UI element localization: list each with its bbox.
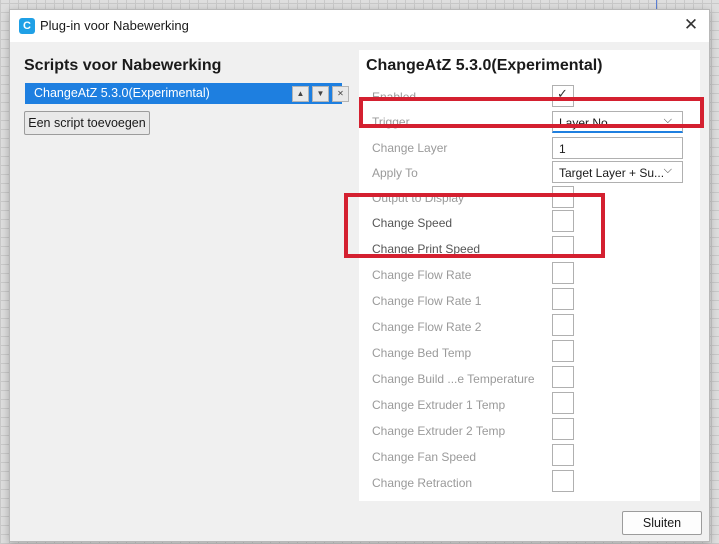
script-label: ChangeAtZ 5.3.0(Experimental)	[34, 86, 210, 100]
title-bar: C Plug-in voor Nabewerking ✕	[10, 10, 709, 42]
change-layer-input[interactable]: 1	[552, 137, 683, 159]
change-bed-temp-checkbox[interactable]	[552, 340, 574, 362]
chevron-down-icon: ⌵	[663, 164, 672, 176]
postprocessing-dialog: C Plug-in voor Nabewerking ✕ Scripts voo…	[9, 9, 710, 542]
apply-to-select[interactable]: Target Layer + Su... ⌵	[552, 161, 683, 183]
close-icon[interactable]: ✕	[682, 15, 700, 35]
close-button[interactable]: Sluiten	[622, 511, 702, 535]
change-bed-temp-label: Change Bed Temp	[372, 346, 472, 360]
move-up-button[interactable]: ▲	[292, 86, 309, 102]
change-fan-speed-label: Change Fan Speed	[372, 450, 477, 464]
change-flow-rate-1-checkbox[interactable]	[552, 288, 574, 310]
change-build-temp-label: Change Build ...e Temperature	[372, 372, 535, 386]
change-build-temp-checkbox[interactable]	[552, 366, 574, 388]
apply-to-label: Apply To	[372, 166, 418, 180]
change-extruder-1-temp-checkbox[interactable]	[552, 392, 574, 414]
change-flow-rate-label: Change Flow Rate	[372, 268, 472, 282]
change-extruder-1-temp-label: Change Extruder 1 Temp	[372, 398, 506, 412]
apply-to-value: Target Layer + Su...	[559, 166, 665, 180]
change-extruder-2-temp-checkbox[interactable]	[552, 418, 574, 440]
trigger-highlight-box	[359, 97, 704, 128]
change-layer-value: 1	[559, 142, 566, 156]
move-down-button[interactable]: ▼	[312, 86, 329, 102]
change-flow-rate-checkbox[interactable]	[552, 262, 574, 284]
add-script-button[interactable]: Een script toevoegen	[24, 111, 150, 135]
change-extruder-2-temp-label: Change Extruder 2 Temp	[372, 424, 506, 438]
scripts-heading: Scripts voor Nabewerking	[24, 57, 222, 74]
change-flow-rate-1-label: Change Flow Rate 1	[372, 294, 482, 308]
remove-script-button[interactable]: ✕	[332, 86, 349, 102]
change-retraction-label: Change Retraction	[372, 476, 473, 490]
script-list-item[interactable]: ChangeAtZ 5.3.0(Experimental) ▲ ▼ ✕	[25, 83, 349, 104]
change-flow-rate-2-checkbox[interactable]	[552, 314, 574, 336]
change-flow-rate-2-label: Change Flow Rate 2	[372, 320, 482, 334]
window-title: Plug-in voor Nabewerking	[40, 18, 189, 33]
change-fan-speed-checkbox[interactable]	[552, 444, 574, 466]
change-layer-label: Change Layer	[372, 141, 448, 155]
script-settings-title: ChangeAtZ 5.3.0(Experimental)	[366, 57, 603, 74]
speed-highlight-box	[344, 193, 605, 258]
change-retraction-checkbox[interactable]	[552, 470, 574, 492]
cura-logo-icon: C	[19, 18, 35, 34]
